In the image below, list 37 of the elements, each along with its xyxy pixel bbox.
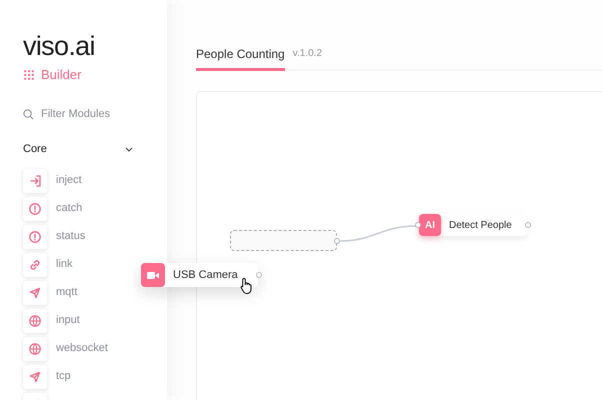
module-label: input bbox=[56, 313, 80, 328]
node-label: USB Camera bbox=[173, 268, 238, 283]
category-header[interactable]: Core bbox=[23, 140, 133, 158]
module-label: websocket bbox=[56, 341, 108, 356]
module-item[interactable]: link bbox=[23, 252, 73, 276]
module-item[interactable]: inject bbox=[23, 168, 82, 192]
module-label: status bbox=[56, 229, 86, 244]
module-item[interactable]: input bbox=[23, 308, 80, 332]
module-label: inject bbox=[56, 173, 82, 188]
node-badge: AI bbox=[419, 214, 441, 236]
link-icon bbox=[23, 252, 47, 276]
logo: viso.ai bbox=[23, 31, 96, 61]
module-label: mqtt bbox=[56, 285, 78, 300]
module-item[interactable]: tcp bbox=[23, 364, 71, 388]
grid-icon bbox=[24, 70, 34, 80]
module-item[interactable]: mqtt bbox=[23, 280, 78, 304]
flow-node[interactable]: AI Detect People bbox=[419, 214, 527, 236]
module-label: link bbox=[56, 257, 73, 272]
paper-plane-icon bbox=[23, 280, 47, 304]
section-title: Builder bbox=[41, 66, 82, 84]
version-label: v.1.0.2 bbox=[292, 47, 322, 61]
video-camera-icon bbox=[147, 270, 159, 280]
module-label: tcp bbox=[56, 369, 71, 384]
search-icon bbox=[23, 109, 34, 120]
flow-node[interactable]: USB Camera bbox=[141, 263, 258, 287]
paper-plane-icon bbox=[23, 364, 47, 388]
module-item[interactable]: catch bbox=[23, 196, 82, 220]
module-label: catch bbox=[56, 201, 82, 216]
module-item[interactable]: status bbox=[23, 224, 86, 248]
category-label: Core bbox=[23, 142, 47, 158]
hand-cursor-icon bbox=[240, 277, 254, 295]
search-field[interactable]: Filter Modules bbox=[41, 106, 141, 123]
globe-icon bbox=[23, 308, 47, 332]
tab[interactable]: People Counting bbox=[196, 45, 285, 71]
globe-icon bbox=[23, 336, 47, 360]
node-label: Detect People bbox=[449, 218, 512, 232]
module-item[interactable]: websocket bbox=[23, 336, 108, 360]
